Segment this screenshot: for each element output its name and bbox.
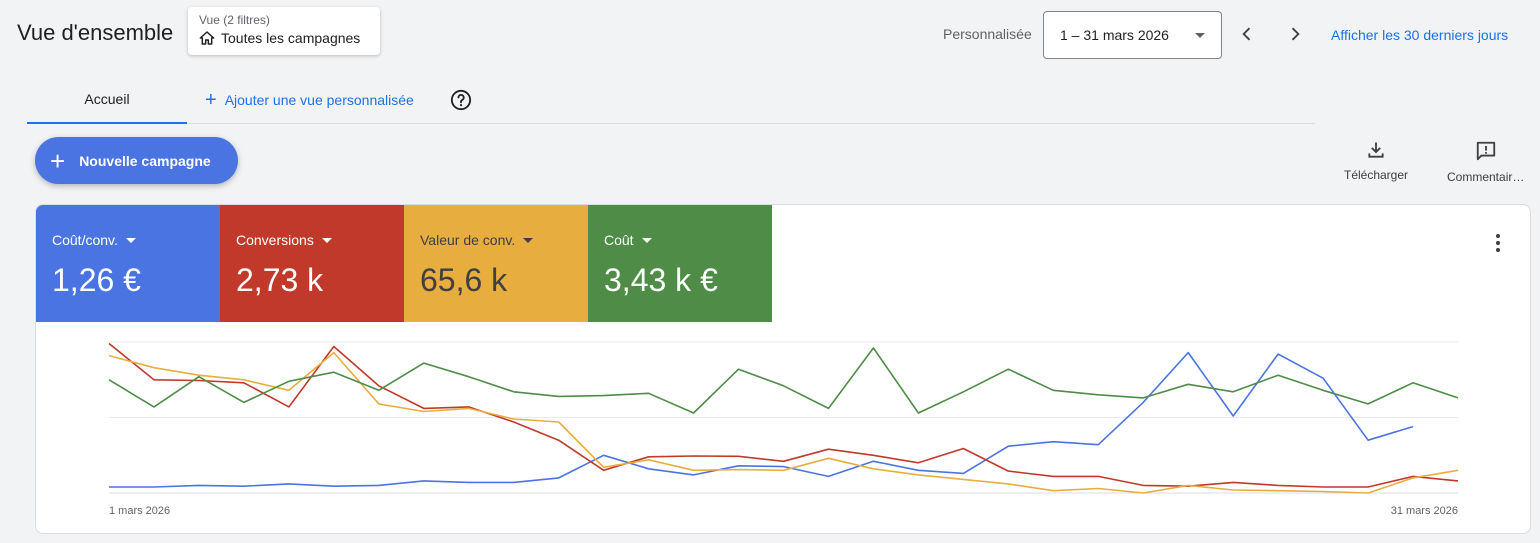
help-icon[interactable] [450, 89, 472, 111]
dropdown-caret-icon [1195, 32, 1205, 38]
dropdown-caret-icon [125, 237, 136, 243]
metric-value: 65,6 k [420, 262, 508, 298]
comment-icon [1476, 141, 1496, 161]
metric-label: Coût [604, 232, 634, 248]
tab-home[interactable]: Accueil [27, 76, 187, 124]
download-button[interactable]: Télécharger [1340, 140, 1412, 182]
date-range-label: Personnalisée [943, 26, 1032, 42]
comments-button[interactable]: Commentaires [1446, 140, 1526, 184]
new-campaign-label: Nouvelle campagne [79, 152, 211, 169]
download-label: Télécharger [1343, 168, 1409, 182]
series-line-3 [108, 347, 1459, 414]
add-custom-view-tab[interactable]: + Ajouter une vue personnalisée [205, 76, 414, 124]
previous-period-button[interactable] [1235, 22, 1259, 46]
dropdown-caret-icon [321, 237, 332, 243]
chevron-left-icon [1242, 27, 1251, 41]
x-tick-label-end: 31 mars 2026 [1391, 505, 1458, 517]
metric-card-cost[interactable]: Coût 3,43 k € [588, 205, 772, 322]
plus-icon: + [50, 145, 66, 176]
view-filter-chip[interactable]: Vue (2 filtres) Toutes les campagnes [188, 7, 380, 55]
view-filter-label: Vue (2 filtres) [199, 13, 270, 27]
date-range-select[interactable]: 1 – 31 mars 2026 [1043, 11, 1222, 59]
metric-value: 1,26 € [52, 262, 141, 298]
new-campaign-button[interactable]: + Nouvelle campagne [35, 137, 238, 184]
download-icon [1368, 142, 1384, 158]
performance-line-chart: 1 mars 2026 31 mars 2026 [108, 341, 1459, 517]
chart-series [108, 342, 1459, 494]
plus-icon: + [205, 89, 217, 111]
series-line-2 [108, 351, 1459, 494]
metric-label: Conversions [236, 232, 314, 248]
dropdown-caret-icon [641, 237, 652, 243]
next-period-button[interactable] [1283, 22, 1307, 46]
x-tick-label-start: 1 mars 2026 [109, 505, 170, 517]
page-title: Vue d'ensemble [17, 20, 174, 45]
metric-value: 3,43 k € [604, 262, 718, 298]
view-filter-value: Toutes les campagnes [221, 30, 361, 46]
performance-card: Coût/conv. 1,26 € Conversions 2,73 k Val… [35, 204, 1531, 534]
view-tabs: Accueil + Ajouter une vue personnalisée [27, 76, 1315, 124]
metric-label: Coût/conv. [52, 232, 118, 248]
home-icon [199, 31, 215, 45]
dropdown-caret-icon [523, 237, 534, 243]
metric-card-conversion-value[interactable]: Valeur de conv. 65,6 k [404, 205, 588, 322]
comments-label: Commentaires [1447, 170, 1525, 184]
metric-value: 2,73 k [236, 262, 324, 298]
date-range-value: 1 – 31 mars 2026 [1060, 27, 1169, 43]
metric-card-cost-per-conversion[interactable]: Coût/conv. 1,26 € [36, 205, 220, 322]
series-line-0 [109, 351, 1414, 488]
last-30-days-link[interactable]: Afficher les 30 derniers jours [1331, 27, 1508, 43]
chevron-right-icon [1291, 27, 1300, 41]
metric-label: Valeur de conv. [420, 232, 516, 248]
metric-card-conversions[interactable]: Conversions 2,73 k [220, 205, 404, 322]
series-line-1 [108, 342, 1459, 488]
add-custom-view-label: Ajouter une vue personnalisée [224, 92, 414, 108]
more-options-icon[interactable] [1488, 231, 1508, 255]
